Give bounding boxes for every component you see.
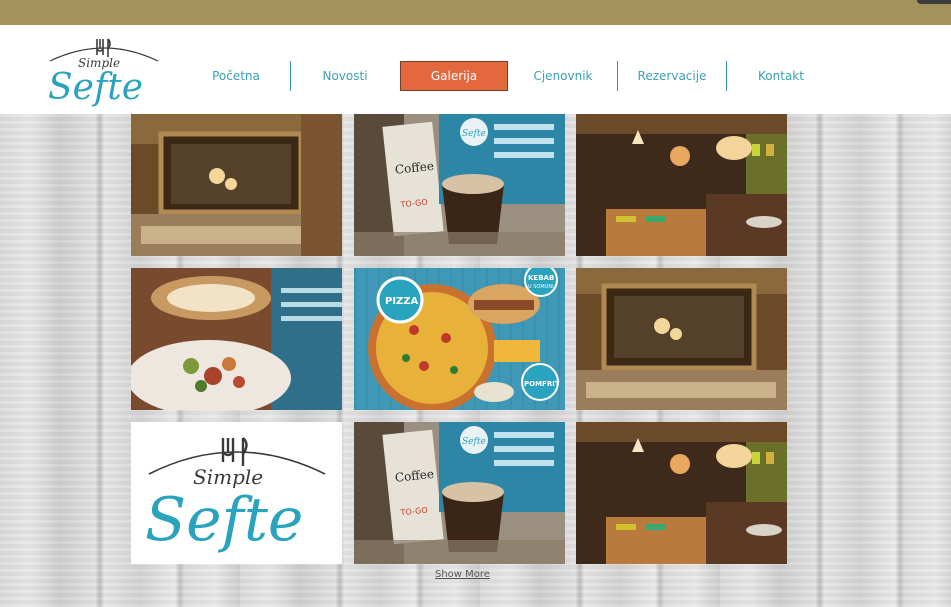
gallery-image-logo[interactable]: Simple Sefte bbox=[131, 422, 342, 564]
nav-item-pocetna[interactable]: Početna bbox=[182, 61, 290, 91]
gallery-image-pizza-menu[interactable]: PIZZA KEBAB U SOMUNU POMFRIT bbox=[354, 268, 565, 410]
top-corner-tab bbox=[917, 0, 951, 4]
show-more-link[interactable]: Show More bbox=[435, 569, 490, 580]
nav-item-novosti[interactable]: Novosti bbox=[291, 61, 399, 91]
sefte-badge-text: Sefte bbox=[462, 129, 486, 139]
gallery-image-coffee-menu-2[interactable]: Coffee TO-GO Sefte bbox=[354, 422, 565, 564]
pizza-label: PIZZA bbox=[385, 296, 419, 307]
sefte-badge-text: Sefte bbox=[462, 437, 486, 447]
logo-sefte-text: Sefte bbox=[48, 67, 143, 108]
gallery-image-coffee-menu[interactable]: Coffee TO-GO Sefte bbox=[354, 114, 565, 256]
gallery-image-restaurant-interior[interactable] bbox=[576, 114, 787, 256]
gallery-image-salad-plate[interactable] bbox=[131, 268, 342, 410]
pomfrit-label: POMFRIT bbox=[524, 380, 560, 388]
nav-item-rezervacije[interactable]: Rezervacije bbox=[618, 61, 726, 91]
logo-tile-sefte-text: Sefte bbox=[145, 485, 303, 555]
nav-item-cjenovnik[interactable]: Cjenovnik bbox=[509, 61, 617, 91]
top-bar bbox=[0, 0, 951, 25]
gallery-image-restaurant-interior-2[interactable] bbox=[576, 422, 787, 564]
nav-item-galerija[interactable]: Galerija bbox=[400, 61, 508, 91]
gallery-image-cafe-window-2[interactable] bbox=[576, 268, 787, 410]
main-nav: Početna Novosti Galerija Cjenovnik Rezer… bbox=[182, 61, 862, 91]
gallery-image-cafe-window[interactable] bbox=[131, 114, 342, 256]
site-logo[interactable]: Simple Sefte bbox=[44, 33, 164, 109]
site-header: Simple Sefte Početna Novosti Galerija Cj… bbox=[0, 25, 951, 114]
photo-gallery: Coffee TO-GO Sefte PIZZA KEBAB U SOMUNU … bbox=[131, 114, 787, 564]
kebab-label: KEBAB bbox=[528, 274, 554, 282]
somun-label: U SOMUNU bbox=[528, 284, 556, 290]
nav-item-kontakt[interactable]: Kontakt bbox=[727, 61, 835, 91]
